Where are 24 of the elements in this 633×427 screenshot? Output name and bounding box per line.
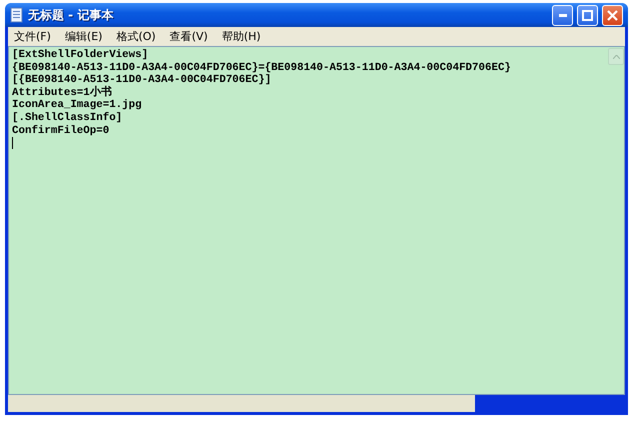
maximize-button[interactable] [577,4,598,26]
text-line: IconArea_Image=1.jpg [12,99,143,112]
scroll-up-button[interactable] [608,48,624,65]
close-button[interactable] [602,4,623,26]
text-line: {BE098140-A513-11D0-A3A4-00C04FD706EC}={BE098140-A513-11D0-A3A4-00C04FD706EC} [12,62,512,74]
text-line: ConfirmFileOp=0 [12,124,110,138]
text-line: [.ShellClassInfo] [12,112,124,125]
notepad-icon [10,7,24,23]
menu-item[interactable]: 格式(O) [116,29,156,44]
close-icon [607,10,618,20]
text-line: [{BE098140-A513-11D0-A3A4-00C04FD706EC}] [12,74,272,86]
menu-item[interactable]: 查看(V) [170,29,208,44]
horizontal-scrollbar[interactable] [8,395,475,412]
text-line: [ExtShellFolderViews] [12,49,150,62]
minimize-button[interactable] [552,4,573,26]
text-line: Attributes=1小书 [12,86,113,99]
maximize-icon [582,10,593,20]
text-caret [12,137,13,150]
menu-item[interactable]: 帮助(H) [222,29,261,44]
window-title: 无标题 - 记事本 [28,6,114,24]
text-editor[interactable] [8,46,625,395]
menu-item[interactable]: 文件(F) [14,29,51,44]
minimize-icon [558,14,566,16]
menu-item[interactable]: 编辑(E) [64,29,102,44]
